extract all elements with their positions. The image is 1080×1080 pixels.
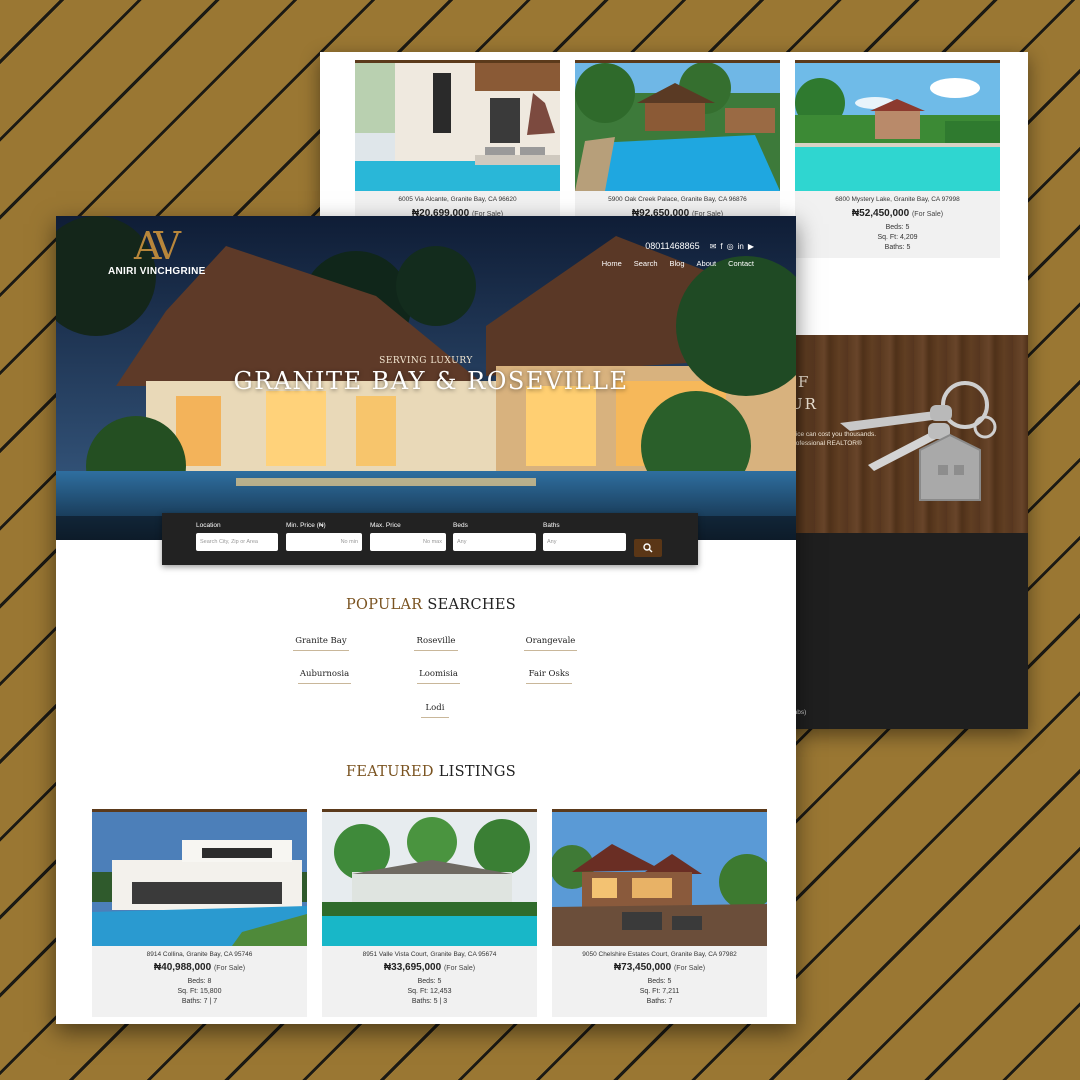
baths-field: Baths Any — [543, 522, 626, 551]
listing-photo[interactable] — [355, 63, 560, 191]
listing-address: 8914 Collina, Granite Bay, CA 95746 — [146, 951, 253, 958]
listing-address: 9050 Chelshire Estates Court, Granite Ba… — [582, 951, 737, 958]
popular-search-link[interactable]: Lodi — [421, 703, 449, 718]
listing-sqft: Sq. Ft: 4,209 — [877, 234, 918, 241]
mail-icon[interactable]: ✉ — [710, 242, 717, 251]
hero-headline: GRANITE BAY & ROSEVILLE — [233, 367, 629, 395]
location-input[interactable]: Search City, Zip or Area — [196, 533, 278, 551]
brand-name: ANIRI VINCHGRINE — [108, 266, 206, 277]
location-field: Location Search City, Zip or Area — [196, 522, 278, 551]
popular-search-link[interactable]: Loomisia — [417, 669, 460, 684]
beds-select[interactable]: Any — [453, 533, 536, 551]
listing-price: ₦33,695,000 (For Sale) — [383, 962, 476, 973]
main-nav: Home Search Blog About Contact — [602, 259, 754, 268]
listing-photo[interactable] — [552, 812, 767, 946]
listing-card[interactable]: 9050 Chelshire Estates Court, Granite Ba… — [552, 809, 767, 1017]
baths-label: Baths — [543, 522, 560, 529]
brand-logo[interactable]: AV ANIRI VINCHGRINE — [108, 226, 218, 277]
popular-search-link[interactable]: Roseville — [414, 636, 458, 651]
beds-field: Beds Any — [453, 522, 536, 551]
listing-price: ₦73,450,000 (For Sale) — [613, 962, 706, 973]
listing-beds: Beds: 5 — [647, 978, 672, 985]
max-price-field: Max. Price No max — [370, 522, 446, 551]
listing-baths: Baths: 7 — [646, 998, 673, 1005]
popular-searches-title: POPULAR SEARCHES — [346, 597, 516, 613]
nav-contact[interactable]: Contact — [728, 259, 754, 268]
house-keys-icon — [840, 381, 997, 501]
popular-search-link[interactable]: Granite Bay — [293, 636, 349, 651]
popular-search-link[interactable]: Orangevale — [524, 636, 577, 651]
hero-tagline: SERVING LUXURY — [379, 356, 473, 366]
listing-beds: Beds: 5 — [885, 224, 910, 231]
listing-photo[interactable] — [575, 63, 780, 191]
min-price-field: Min. Price (₦) No min — [286, 522, 362, 551]
nav-blog[interactable]: Blog — [670, 259, 685, 268]
property-search-bar: Location Search City, Zip or Area Min. P… — [162, 513, 698, 565]
min-price-label: Min. Price (₦) — [286, 522, 326, 529]
youtube-icon[interactable]: ▶ — [748, 242, 754, 251]
hero-section: AV ANIRI VINCHGRINE 08011468865 ✉ f ◎ in… — [56, 216, 796, 540]
listing-address: 8951 Valle Vista Court, Granite Bay, CA … — [362, 951, 497, 958]
brand-mark: AV — [134, 224, 181, 268]
listing-sqft: Sq. Ft: 15,800 — [177, 988, 222, 995]
listing-baths: Baths: 7 | 7 — [181, 998, 218, 1005]
search-button[interactable] — [634, 539, 662, 557]
location-label: Location — [196, 522, 221, 529]
listing-sqft: Sq. Ft: 12,453 — [407, 988, 452, 995]
popular-search-link[interactable]: Auburnosia — [298, 669, 351, 684]
listing-baths: Baths: 5 | 3 — [411, 998, 448, 1005]
max-price-label: Max. Price — [370, 522, 401, 529]
popular-search-link[interactable]: Fair Osks — [526, 669, 572, 684]
listing-photo[interactable] — [322, 812, 537, 946]
search-icon — [643, 543, 653, 553]
instagram-icon[interactable]: ◎ — [727, 242, 734, 251]
baths-select[interactable]: Any — [543, 533, 626, 551]
top-contact-bar: 08011468865 ✉ f ◎ in ▶ — [645, 241, 754, 251]
listing-address: 6800 Mystery Lake, Granite Bay, CA 97998 — [835, 196, 960, 203]
listing-beds: Beds: 8 — [187, 978, 212, 985]
nav-about[interactable]: About — [697, 259, 717, 268]
listing-address: 6005 Via Alcante, Granite Bay, CA 96620 — [398, 196, 517, 203]
listing-beds: Beds: 5 — [417, 978, 442, 985]
listing-photo[interactable] — [92, 812, 307, 946]
listing-baths: Baths: 5 — [884, 244, 911, 251]
facebook-icon[interactable]: f — [720, 242, 722, 251]
listing-sqft: Sq. Ft: 7,211 — [639, 988, 680, 995]
social-links: ✉ f ◎ in ▶ — [710, 242, 754, 251]
nav-home[interactable]: Home — [602, 259, 622, 268]
listing-card[interactable]: 6800 Mystery Lake, Granite Bay, CA 97998… — [795, 60, 1000, 258]
min-price-input[interactable]: No min — [286, 533, 362, 551]
max-price-input[interactable]: No max — [370, 533, 446, 551]
listing-price: ₦52,450,000 (For Sale) — [851, 208, 944, 219]
listing-address: 5900 Oak Creek Palace, Granite Bay, CA 9… — [608, 196, 747, 203]
listing-card[interactable]: 8951 Valle Vista Court, Granite Bay, CA … — [322, 809, 537, 1017]
listing-price: ₦40,988,000 (For Sale) — [153, 962, 246, 973]
front-page-preview: AV ANIRI VINCHGRINE 08011468865 ✉ f ◎ in… — [56, 216, 796, 1024]
nav-search[interactable]: Search — [634, 259, 658, 268]
linkedin-icon[interactable]: in — [738, 242, 744, 251]
beds-label: Beds — [453, 522, 468, 529]
phone-number[interactable]: 08011468865 — [645, 241, 699, 251]
featured-listings-title: FEATURED LISTINGS — [346, 764, 516, 780]
listing-photo[interactable] — [795, 63, 1000, 191]
listing-card[interactable]: 8914 Collina, Granite Bay, CA 95746 ₦40,… — [92, 809, 307, 1017]
